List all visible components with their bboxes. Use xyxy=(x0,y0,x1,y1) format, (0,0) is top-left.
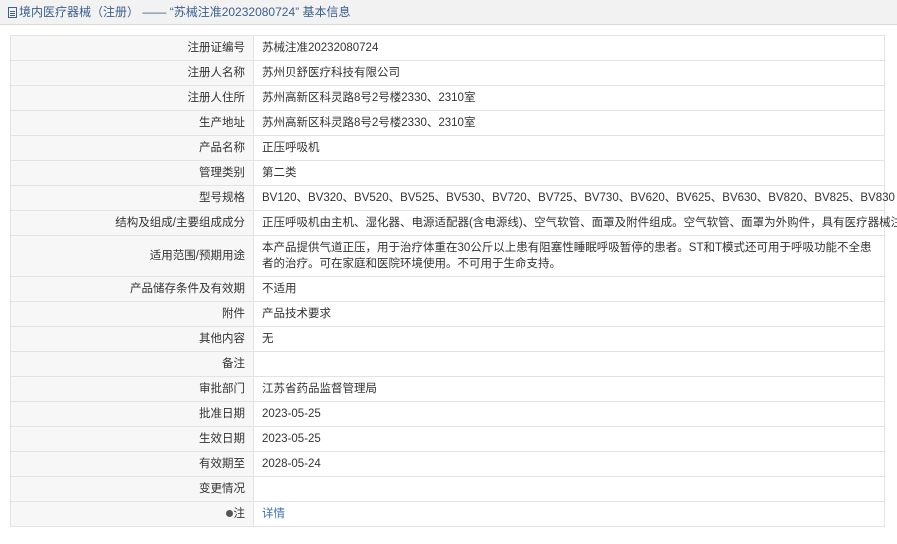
row-value: 苏州高新区科灵路8号2号楼2330、2310室 xyxy=(253,85,885,111)
breadcrumb-section[interactable]: 境内医疗器械（注册） xyxy=(19,5,139,19)
row-value: 本产品提供气道正压，用于治疗体重在30公斤以上患有阻塞性睡眠呼吸暂停的患者。ST… xyxy=(253,235,885,277)
table-row: 其他内容 无 xyxy=(10,326,885,352)
table-row: 生效日期 2023-05-25 xyxy=(10,426,885,452)
row-label: 生产地址 xyxy=(10,110,254,136)
row-value: 不适用 xyxy=(253,276,885,302)
table-row: 管理类别 第二类 xyxy=(10,160,885,186)
note-label: 注 xyxy=(233,508,246,520)
detail-table: 注册证编号 苏械注准20232080724 注册人名称 苏州贝舒医疗科技有限公司… xyxy=(10,35,897,527)
row-label: 附件 xyxy=(10,301,254,327)
table-row: 型号规格 BV120、BV320、BV520、BV525、BV530、BV720… xyxy=(10,185,895,211)
row-value: 2023-05-25 xyxy=(253,401,885,427)
table-row: 有效期至 2028-05-24 xyxy=(10,451,885,477)
table-row: 备注 xyxy=(10,351,885,377)
bullet-icon xyxy=(225,510,233,517)
row-label: 有效期至 xyxy=(10,451,254,477)
row-label: 产品名称 xyxy=(10,135,254,161)
row-label: 批准日期 xyxy=(10,401,254,427)
table-row: 批准日期 2023-05-25 xyxy=(10,401,885,427)
table-row: 审批部门 江苏省药品监督管理局 xyxy=(10,376,885,402)
row-value: 正压呼吸机由主机、湿化器、电源适配器(含电源线)、空气软管、面罩及附件组成。空气… xyxy=(253,210,897,236)
note-value-cell: 详情 xyxy=(253,501,885,527)
row-value: 苏州贝舒医疗科技有限公司 xyxy=(253,60,885,86)
row-label: 注册证编号 xyxy=(10,35,254,61)
row-label: 备注 xyxy=(10,351,254,377)
row-value: BV120、BV320、BV520、BV525、BV530、BV720、BV72… xyxy=(253,185,895,211)
row-label: 其他内容 xyxy=(10,326,254,352)
row-label: 结构及组成/主要组成成分 xyxy=(10,210,254,236)
page-header: 境内医疗器械（注册） —— “苏械注准20232080724” 基本信息 xyxy=(0,0,897,25)
row-value: 无 xyxy=(253,326,885,352)
row-label: 型号规格 xyxy=(10,185,254,211)
row-label: 审批部门 xyxy=(10,376,254,402)
row-value: 苏州高新区科灵路8号2号楼2330、2310室 xyxy=(253,110,885,136)
document-icon xyxy=(8,7,17,18)
row-value: 正压呼吸机 xyxy=(253,135,885,161)
table-row: 注册人名称 苏州贝舒医疗科技有限公司 xyxy=(10,60,885,86)
row-value: 第二类 xyxy=(253,160,885,186)
table-row: 变更情况 xyxy=(10,476,885,502)
table-row: 产品储存条件及有效期 不适用 xyxy=(10,276,885,302)
row-value xyxy=(253,476,885,502)
row-label: 变更情况 xyxy=(10,476,254,502)
row-value: 2023-05-25 xyxy=(253,426,885,452)
table-row: 生产地址 苏州高新区科灵路8号2号楼2330、2310室 xyxy=(10,110,885,136)
row-value: 苏械注准20232080724 xyxy=(253,35,885,61)
detail-table-container: 注册证编号 苏械注准20232080724 注册人名称 苏州贝舒医疗科技有限公司… xyxy=(10,35,897,527)
row-label: 生效日期 xyxy=(10,426,254,452)
row-label: 适用范围/预期用途 xyxy=(10,235,254,277)
row-value: 2028-05-24 xyxy=(253,451,885,477)
row-label: 产品储存条件及有效期 xyxy=(10,276,254,302)
table-row: 产品名称 正压呼吸机 xyxy=(10,135,885,161)
row-label: 管理类别 xyxy=(10,160,254,186)
table-row: 附件 产品技术要求 xyxy=(10,301,885,327)
row-label: 注册人名称 xyxy=(10,60,254,86)
row-value: 江苏省药品监督管理局 xyxy=(253,376,885,402)
note-row: 注 详情 xyxy=(10,501,885,527)
row-value xyxy=(253,351,885,377)
table-row: 注册人住所 苏州高新区科灵路8号2号楼2330、2310室 xyxy=(10,85,885,111)
breadcrumb-separator: —— xyxy=(142,5,167,19)
note-label-cell: 注 xyxy=(10,501,254,527)
row-value: 产品技术要求 xyxy=(253,301,885,327)
row-label: 注册人住所 xyxy=(10,85,254,111)
table-row: 注册证编号 苏械注准20232080724 xyxy=(10,35,885,61)
details-link[interactable]: 详情 xyxy=(262,508,285,520)
table-row: 适用范围/预期用途 本产品提供气道正压，用于治疗体重在30公斤以上患有阻塞性睡眠… xyxy=(10,235,885,277)
page-title: “苏械注准20232080724” 基本信息 xyxy=(169,5,351,19)
table-row: 结构及组成/主要组成成分 正压呼吸机由主机、湿化器、电源适配器(含电源线)、空气… xyxy=(10,210,897,236)
